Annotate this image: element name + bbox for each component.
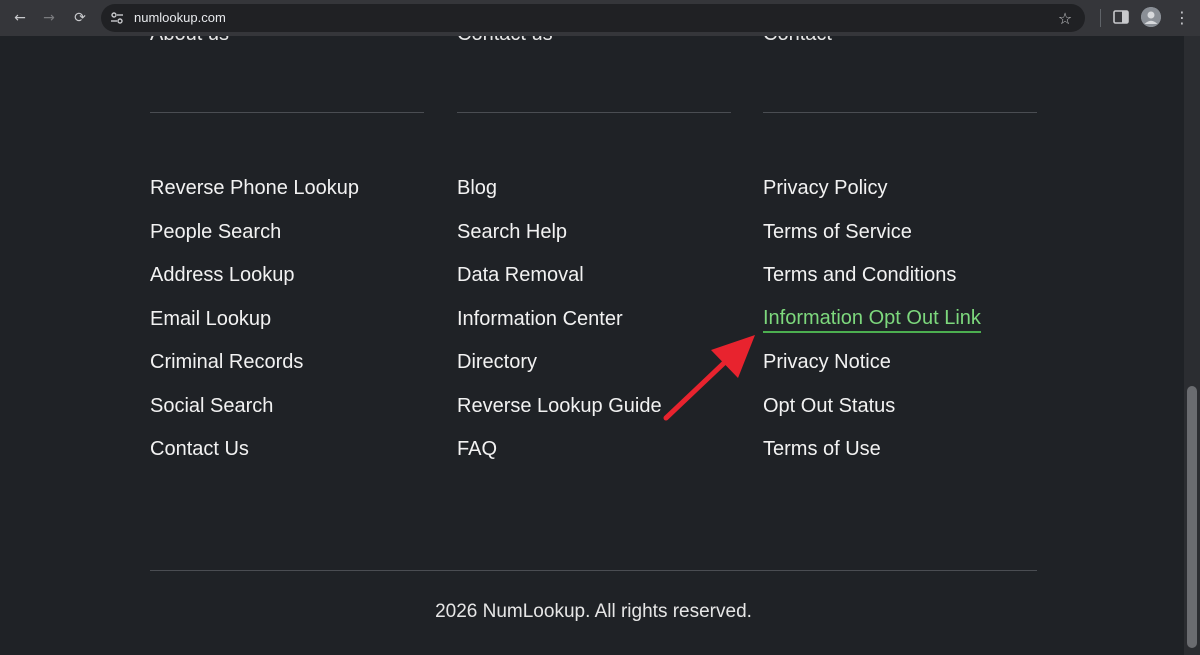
footer-link-directory[interactable]: Directory [457, 348, 537, 376]
column-divider [150, 112, 424, 113]
footer-link-terms-of-service[interactable]: Terms of Service [763, 218, 912, 246]
footer-heading: Contact us [457, 36, 553, 46]
footer-link-address-lookup[interactable]: Address Lookup [150, 261, 295, 289]
footer-link-social-search[interactable]: Social Search [150, 392, 273, 420]
footer-link-terms-and-conditions[interactable]: Terms and Conditions [763, 261, 956, 289]
column-divider [457, 112, 731, 113]
footer-link-email-lookup[interactable]: Email Lookup [150, 305, 271, 333]
scrollbar-thumb[interactable] [1187, 386, 1197, 648]
address-bar[interactable]: numlookup.com ☆ [101, 4, 1085, 32]
profile-avatar-icon[interactable] [1141, 7, 1161, 27]
footer-heading: Contact [763, 36, 832, 46]
footer-link-list: Privacy Policy Terms of Service Terms an… [763, 174, 981, 479]
footer-link-criminal-records[interactable]: Criminal Records [150, 348, 303, 376]
side-panel-icon[interactable] [1112, 8, 1130, 26]
footer-link-privacy-notice[interactable]: Privacy Notice [763, 348, 891, 376]
browser-toolbar: ← → ⟳ numlookup.com ☆ ⋮ [0, 0, 1200, 36]
footer-link-privacy-policy[interactable]: Privacy Policy [763, 174, 887, 202]
footer-bottom-divider [150, 570, 1037, 571]
back-icon[interactable]: ← [8, 6, 32, 30]
footer-link-terms-of-use[interactable]: Terms of Use [763, 435, 881, 463]
site-settings-icon[interactable] [109, 10, 125, 26]
column-divider [763, 112, 1037, 113]
copyright-text: 2026 NumLookup. All rights reserved. [435, 601, 752, 622]
footer-link-blog[interactable]: Blog [457, 174, 497, 202]
reload-icon[interactable]: ⟳ [68, 6, 92, 30]
footer-link-opt-out-status[interactable]: Opt Out Status [763, 392, 895, 420]
footer-link-information-center[interactable]: Information Center [457, 305, 623, 333]
toolbar-divider [1100, 9, 1101, 27]
url-text[interactable]: numlookup.com [134, 10, 226, 25]
footer-link-list: Blog Search Help Data Removal Informatio… [457, 174, 662, 479]
footer-link-information-opt-out[interactable]: Information Opt Out Link [763, 305, 981, 333]
footer-link-data-removal[interactable]: Data Removal [457, 261, 584, 289]
footer-link-search-help[interactable]: Search Help [457, 218, 567, 246]
page-viewport: About us Reverse Phone Lookup People Sea… [0, 36, 1184, 655]
page-scrollbar[interactable] [1184, 36, 1200, 655]
footer-link-reverse-phone-lookup[interactable]: Reverse Phone Lookup [150, 174, 359, 202]
bookmark-star-icon[interactable]: ☆ [1055, 8, 1075, 28]
footer-link-contact-us[interactable]: Contact Us [150, 435, 249, 463]
footer-heading: About us [150, 36, 229, 46]
forward-icon[interactable]: → [37, 6, 61, 30]
browser-menu-icon[interactable]: ⋮ [1173, 7, 1191, 27]
footer-link-faq[interactable]: FAQ [457, 435, 497, 463]
footer-link-list: Reverse Phone Lookup People Search Addre… [150, 174, 359, 479]
footer-link-people-search[interactable]: People Search [150, 218, 281, 246]
footer-link-reverse-lookup-guide[interactable]: Reverse Lookup Guide [457, 392, 662, 420]
